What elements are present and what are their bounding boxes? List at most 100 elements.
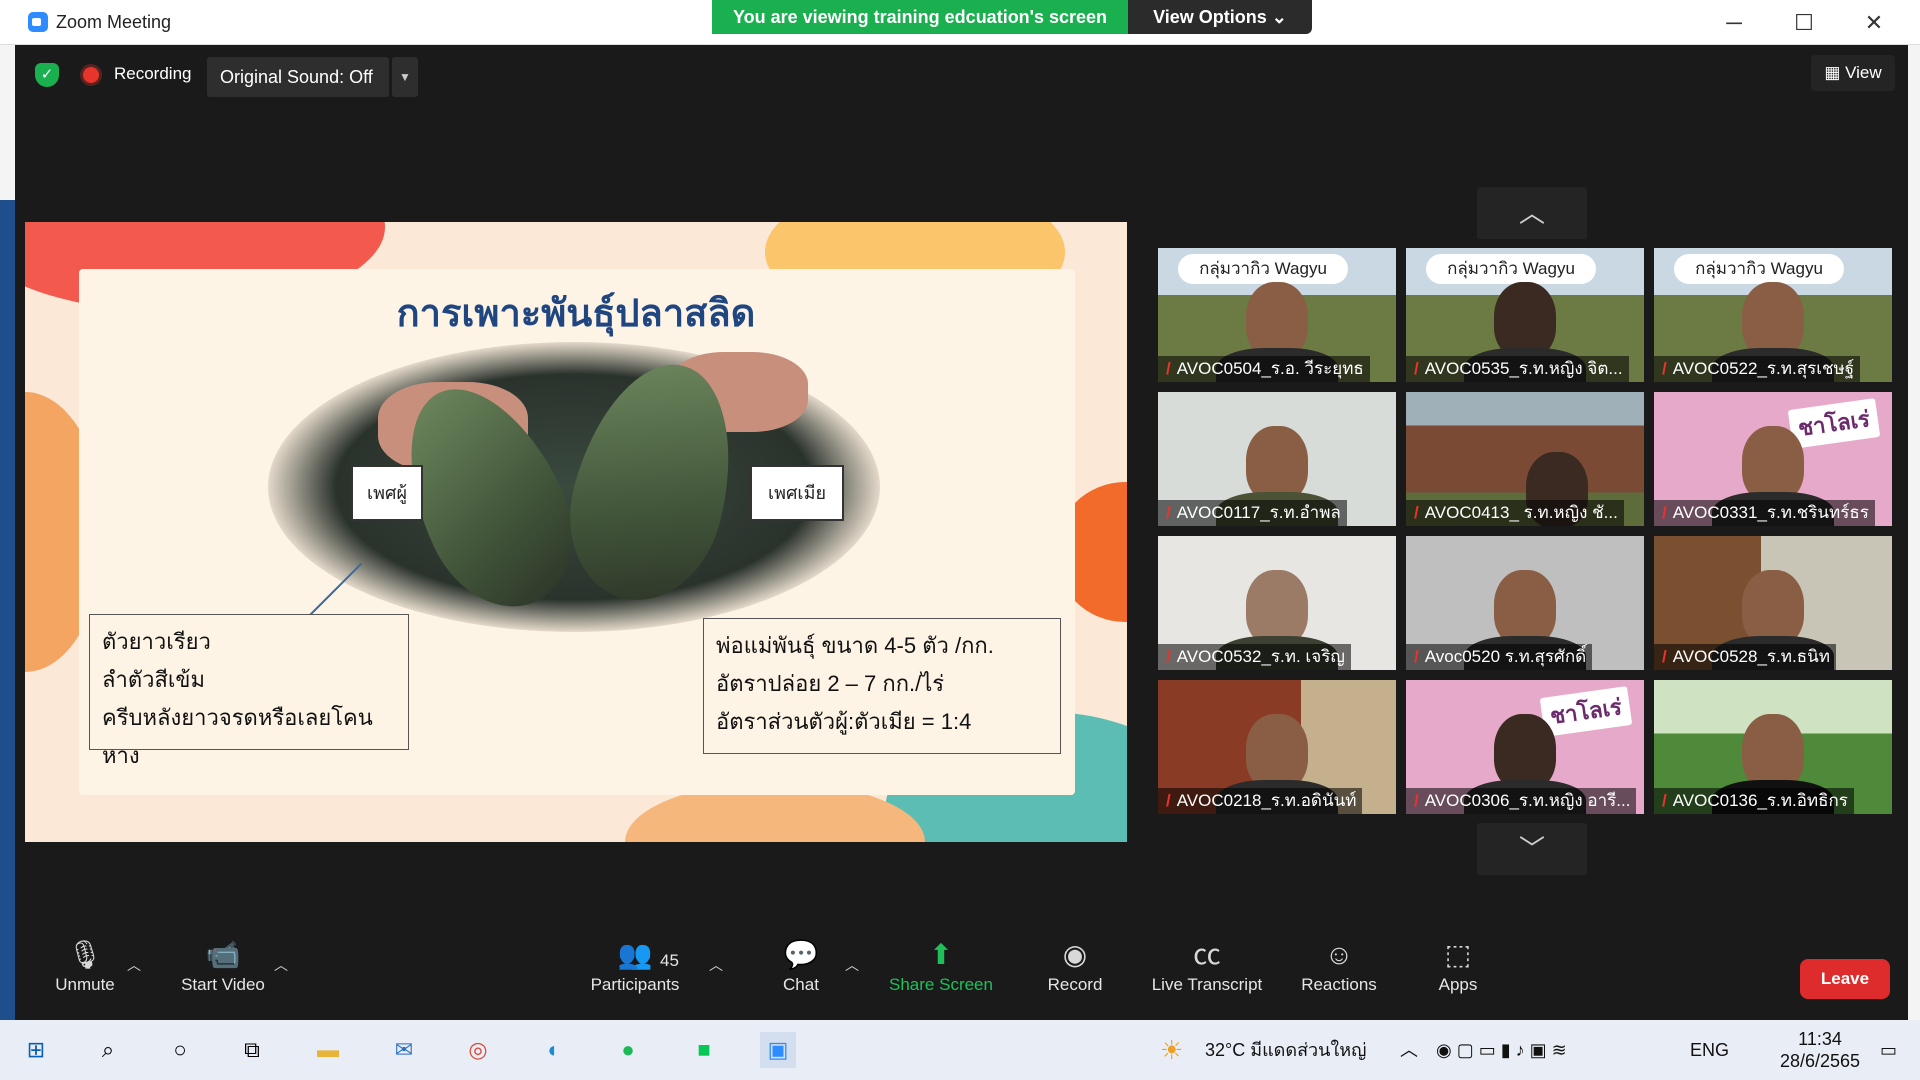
video-tile[interactable]: / AVOC0413_ ร.ท.หญิง ชั... bbox=[1406, 392, 1644, 526]
leave-button[interactable]: Leave bbox=[1800, 959, 1890, 999]
participant-count: 45 bbox=[660, 951, 679, 970]
participant-name: AVOC0504_ร.อ. วีระยุทธ bbox=[1176, 359, 1364, 378]
video-tile[interactable]: / AVOC0136_ร.ท.อิทธิกร bbox=[1654, 680, 1892, 814]
edge-icon[interactable]: ◐ bbox=[536, 1032, 572, 1068]
gallery-next-button[interactable]: ﹀ bbox=[1477, 823, 1587, 875]
muted-mic-icon: / bbox=[1414, 359, 1419, 378]
file-explorer-icon[interactable]: ▬ bbox=[310, 1032, 346, 1068]
video-tile[interactable]: / Avoc0520 ร.ท.สุรศักดิ์ bbox=[1406, 536, 1644, 670]
muted-mic-icon: / bbox=[1166, 503, 1171, 522]
maximize-button[interactable]: ☐ bbox=[1770, 0, 1838, 45]
share-screen-button[interactable]: ⬆ Share Screen bbox=[876, 935, 1006, 995]
participants-button[interactable]: 👥 Participants bbox=[570, 935, 700, 995]
viewing-share-banner: You are viewing training edcuation's scr… bbox=[712, 0, 1128, 34]
slide-title: การเพาะพันธุ์ปลาสลิด bbox=[396, 293, 756, 335]
background-window-strip-right bbox=[1908, 45, 1920, 1020]
video-tile[interactable]: ชาโลเร่ / AVOC0331_ร.ท.ชรินทร์ธร bbox=[1654, 392, 1892, 526]
muted-mic-icon: / bbox=[1166, 791, 1171, 810]
spotify-icon[interactable]: ● bbox=[610, 1032, 646, 1068]
windows-start-icon[interactable]: ⊞ bbox=[18, 1032, 54, 1068]
video-tile[interactable]: กลุ่มวากิว Wagyu / AVOC0522_ร.ท.สุรเชษฐ์ bbox=[1654, 248, 1892, 382]
muted-mic-icon: / bbox=[1414, 503, 1419, 522]
muted-mic-icon: / bbox=[1166, 359, 1171, 378]
participant-name: AVOC0532_ร.ท. เจริญ bbox=[1176, 647, 1345, 666]
zoom-logo-icon bbox=[28, 12, 48, 32]
original-sound-button[interactable]: Original Sound: Off bbox=[207, 57, 389, 97]
background-window-strip bbox=[0, 45, 15, 1020]
language-indicator[interactable]: ENG bbox=[1690, 1020, 1729, 1080]
cortana-icon[interactable]: ○ bbox=[162, 1032, 198, 1068]
search-icon[interactable]: ⌕ bbox=[90, 1032, 126, 1068]
zoom-taskbar-icon[interactable]: ▣ bbox=[760, 1032, 796, 1068]
gallery-prev-button[interactable]: ︿ bbox=[1477, 187, 1587, 239]
participant-name: AVOC0413_ ร.ท.หญิง ชั... bbox=[1424, 503, 1618, 522]
closed-caption-icon: ㏄ bbox=[1192, 939, 1221, 970]
muted-mic-icon: / bbox=[1414, 647, 1419, 666]
male-desc-line-2: ลำตัวสีเข้ม bbox=[102, 667, 205, 692]
participant-name: AVOC0136_ร.ท.อิทธิกร bbox=[1672, 791, 1848, 810]
tray-overflow-icon[interactable]: ︿ bbox=[1400, 1020, 1418, 1080]
clock-time: 11:34 bbox=[1798, 1029, 1842, 1049]
participant-name: AVOC0306_ร.ท.หญิง อารี... bbox=[1424, 791, 1631, 810]
windows-taskbar: ⊞ ⌕ ○ ⧉ ▬ ✉ ◎ ◐ ● ■ ▣ ☀ 32°C มีแดดส่วนให… bbox=[0, 1020, 1920, 1080]
view-layout-button[interactable]: ▦ View bbox=[1811, 55, 1895, 91]
participant-name: AVOC0522_ร.ท.สุรเชษฐ์ bbox=[1672, 359, 1855, 378]
mail-icon[interactable]: ✉ bbox=[386, 1032, 422, 1068]
notifications-icon[interactable]: ▭ bbox=[1880, 1020, 1897, 1080]
video-tile[interactable]: กลุ่มวากิว Wagyu / AVOC0535_ร.ท.หญิง จิต.… bbox=[1406, 248, 1644, 382]
original-sound-dropdown[interactable]: ▼ bbox=[392, 57, 418, 97]
grid-icon: ▦ bbox=[1824, 63, 1841, 82]
weather-icon[interactable]: ☀ bbox=[1160, 1020, 1183, 1080]
chat-options-caret[interactable]: ︿ bbox=[845, 955, 859, 975]
view-options-button[interactable]: View Options ⌄ bbox=[1128, 0, 1312, 34]
live-transcript-button[interactable]: ㏄ Live Transcript bbox=[1142, 935, 1272, 995]
video-tile[interactable]: / AVOC0218_ร.ท.อดินันท์ bbox=[1158, 680, 1396, 814]
muted-mic-icon: / bbox=[1662, 359, 1667, 378]
weather-text[interactable]: 32°C มีแดดส่วนใหญ่ bbox=[1205, 1020, 1366, 1080]
participant-name: AVOC0331_ร.ท.ชรินทร์ธร bbox=[1672, 503, 1869, 522]
video-tile[interactable]: / AVOC0117_ร.ท.อำพล bbox=[1158, 392, 1396, 526]
line-app-icon[interactable]: ■ bbox=[686, 1032, 722, 1068]
apps-button[interactable]: ⬚ Apps bbox=[1393, 935, 1523, 995]
clock-date: 28/6/2565 bbox=[1779, 1051, 1861, 1071]
video-off-icon: 📹 bbox=[205, 939, 241, 970]
video-tile[interactable]: ชาโลเร่ / AVOC0306_ร.ท.หญิง อารี... bbox=[1406, 680, 1644, 814]
muted-mic-icon: / bbox=[1166, 647, 1171, 666]
record-label: Record bbox=[1047, 975, 1103, 994]
background-banner: กลุ่มวากิว Wagyu bbox=[1674, 254, 1844, 284]
chrome-icon[interactable]: ◎ bbox=[460, 1032, 496, 1068]
participant-name: AVOC0528_ร.ท.ธนิท bbox=[1672, 647, 1830, 666]
recording-dot-icon bbox=[83, 67, 99, 83]
view-label: View bbox=[1845, 63, 1882, 82]
video-options-caret[interactable]: ︿ bbox=[274, 955, 288, 975]
minimize-button[interactable]: ─ bbox=[1700, 0, 1768, 45]
video-tile[interactable]: / AVOC0528_ร.ท.ธนิท bbox=[1654, 536, 1892, 670]
unmute-label: Unmute bbox=[55, 975, 115, 994]
participant-name: AVOC0117_ร.ท.อำพล bbox=[1176, 503, 1341, 522]
reactions-button[interactable]: ☺ Reactions bbox=[1274, 935, 1404, 995]
muted-mic-icon: / bbox=[1414, 791, 1419, 810]
breeding-info-box: พ่อแม่พันธุ์ ขนาด 4-5 ตัว /กก. อัตราปล่อ… bbox=[703, 618, 1061, 754]
video-tile[interactable]: กลุ่มวากิว Wagyu / AVOC0504_ร.อ. วีระยุทธ bbox=[1158, 248, 1396, 382]
security-shield-icon[interactable]: ✓ bbox=[35, 63, 59, 87]
apps-label: Apps bbox=[1438, 975, 1478, 994]
breeding-line-2: อัตราปล่อย 2 – 7 กก./ไร่ bbox=[716, 671, 945, 696]
start-video-button[interactable]: 📹 Start Video bbox=[158, 935, 288, 995]
close-button[interactable]: ✕ bbox=[1840, 0, 1908, 45]
breeding-line-1: พ่อแม่พันธุ์ ขนาด 4-5 ตัว /กก. bbox=[716, 633, 994, 658]
participants-options-caret[interactable]: ︿ bbox=[709, 955, 723, 975]
clock[interactable]: 11:34 28/6/2565 bbox=[1765, 1028, 1875, 1072]
shared-screen-slide: การเพาะพันธุ์ปลาสลิด เพศผู้ เพศเมีย ตัวย… bbox=[25, 222, 1127, 842]
male-desc-line-1: ตัวยาวเรียว bbox=[102, 629, 211, 654]
task-view-icon[interactable]: ⧉ bbox=[234, 1032, 270, 1068]
tray-status-icons[interactable]: ◉ ▢ ▭ ▮ ♪ ▣ ≋ bbox=[1436, 1020, 1567, 1080]
recording-label: Recording bbox=[114, 64, 192, 83]
male-description-box: ตัวยาวเรียว ลำตัวสีเข้ม ครีบหลังยาวจรดหร… bbox=[89, 614, 409, 768]
video-tile[interactable]: / AVOC0532_ร.ท. เจริญ bbox=[1158, 536, 1396, 670]
audio-options-caret[interactable]: ︿ bbox=[127, 955, 141, 975]
record-button[interactable]: ◉ Record bbox=[1010, 935, 1140, 995]
label-male: เพศผู้ bbox=[351, 465, 423, 521]
background-banner: กลุ่มวากิว Wagyu bbox=[1178, 254, 1348, 284]
chat-label: Chat bbox=[783, 975, 819, 994]
male-desc-line-3: ครีบหลังยาวจรดหรือเลยโคนหาง bbox=[102, 705, 373, 768]
